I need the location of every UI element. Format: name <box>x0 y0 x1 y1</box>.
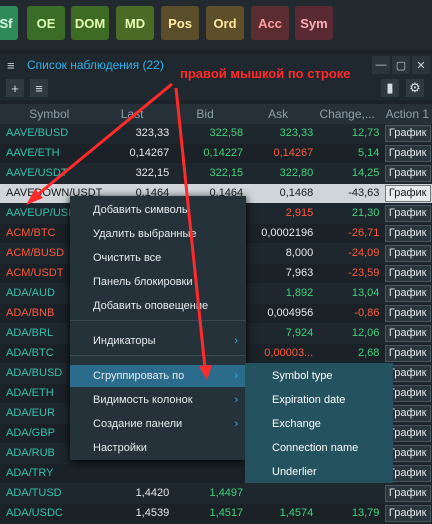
symbol-cell: ADA/USDC <box>6 507 63 519</box>
annotation-arrows <box>26 82 212 380</box>
table-row[interactable]: ADA/USDC 1,4539 1,4517 1,4574 13,79 График <box>0 504 432 524</box>
action-cell: График <box>383 504 432 523</box>
last-cell: 1,4539 <box>135 507 170 519</box>
bid-cell: 1,4517 <box>209 507 244 519</box>
ask-cell: 1,4574 <box>279 507 314 519</box>
change-cell: 13,79 <box>351 507 380 519</box>
chart-button[interactable]: График <box>384 505 431 522</box>
